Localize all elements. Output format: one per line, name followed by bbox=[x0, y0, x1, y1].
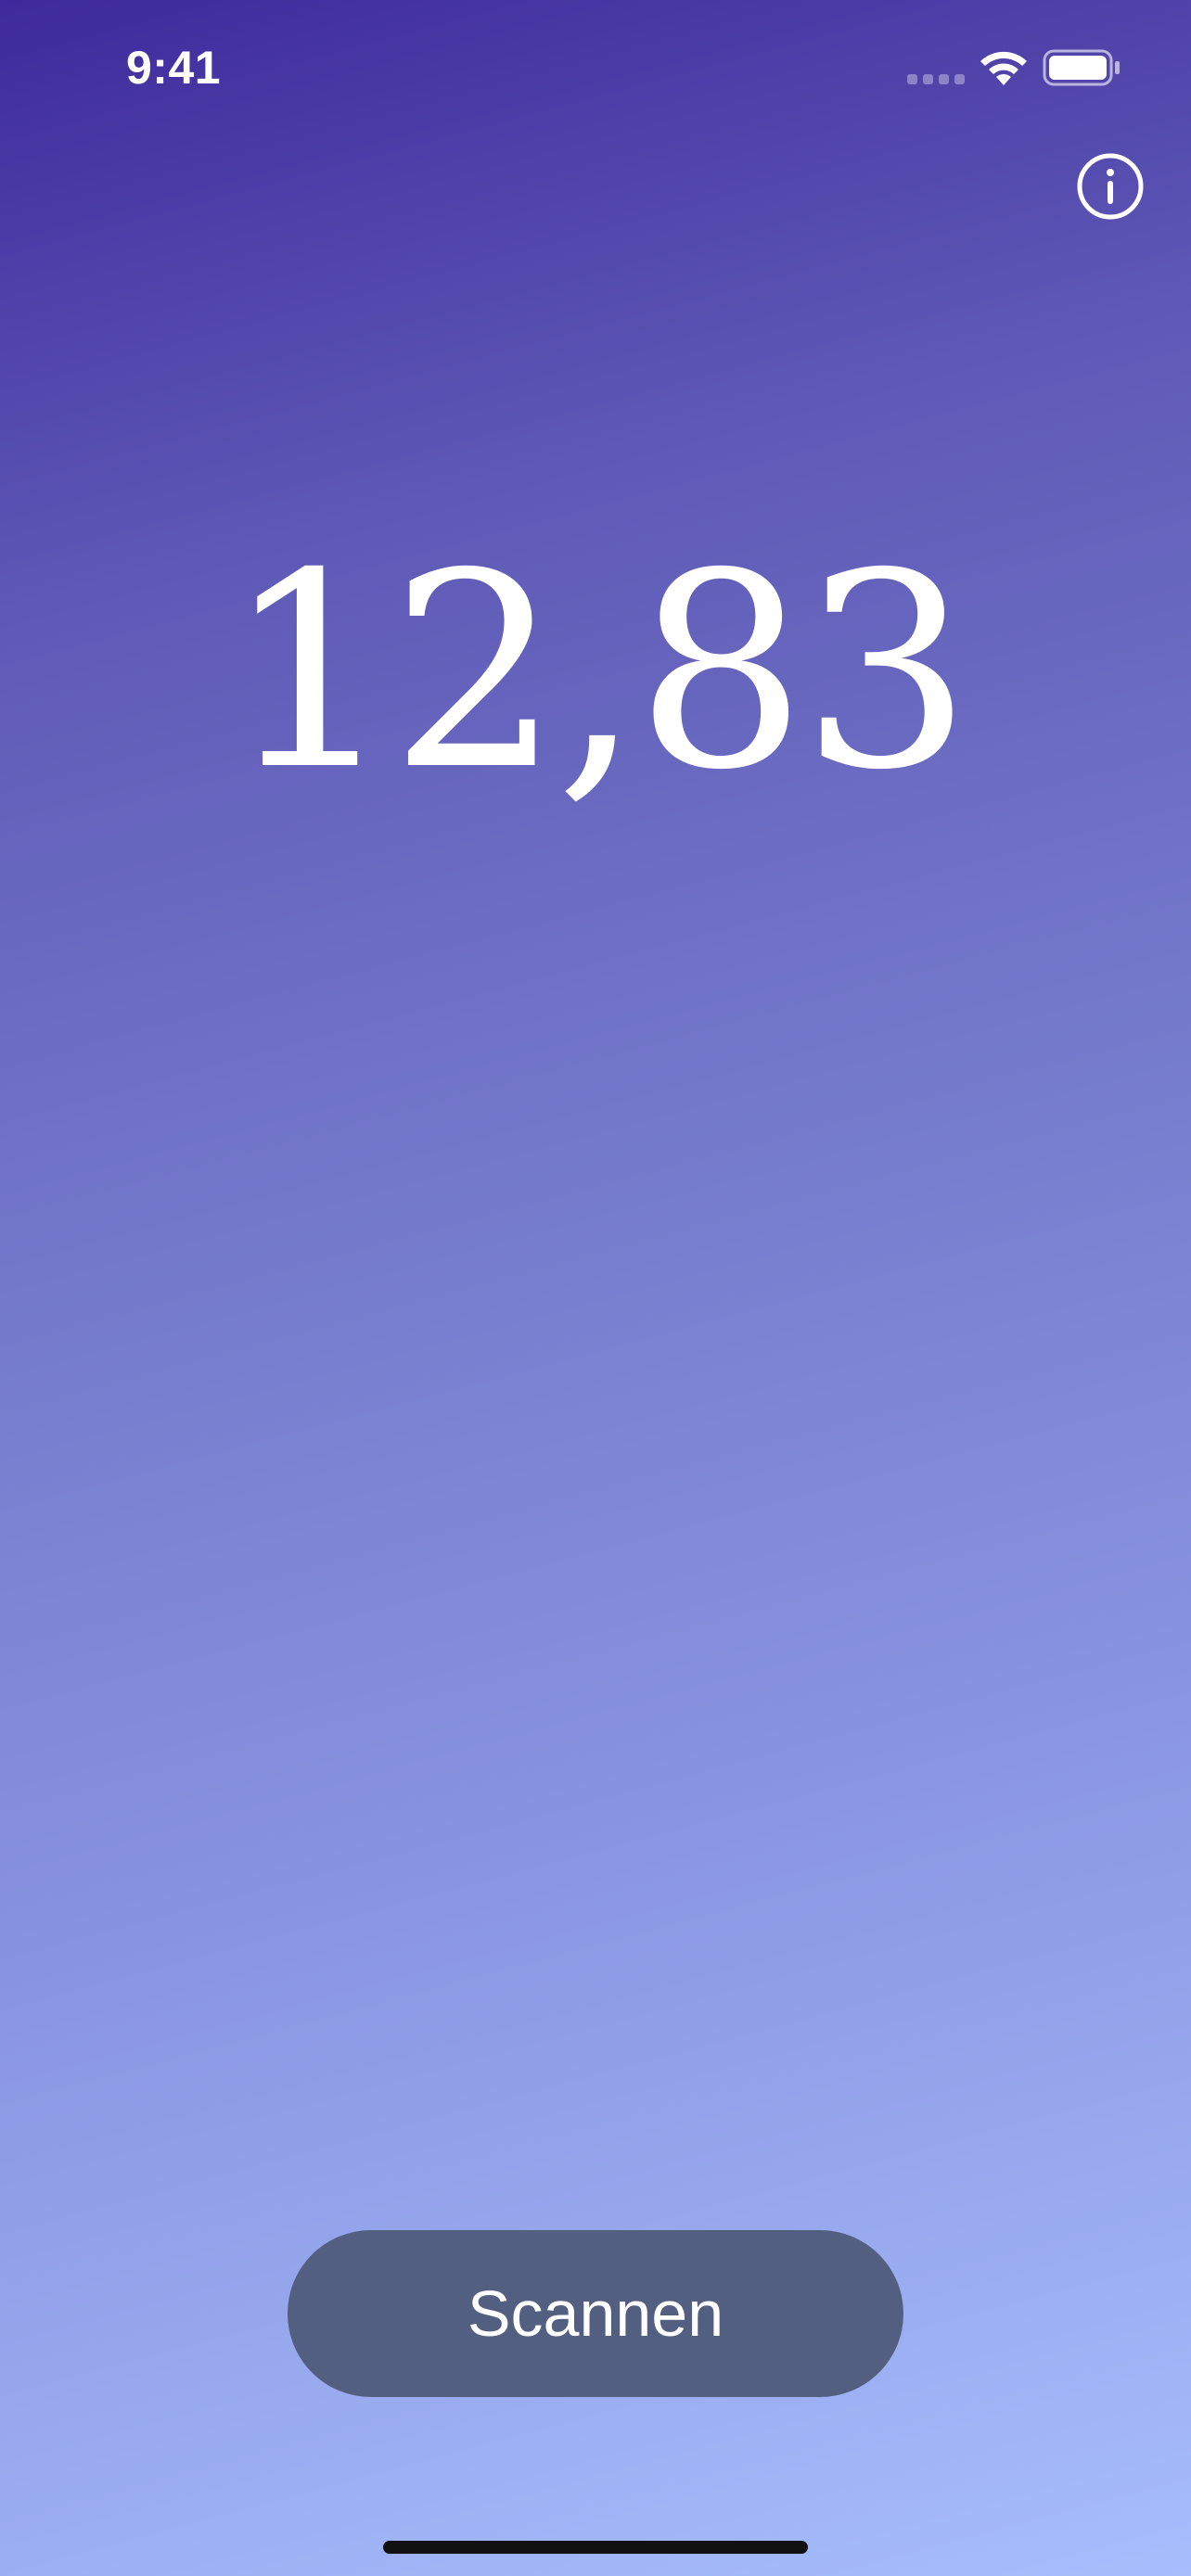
info-button[interactable] bbox=[1076, 152, 1145, 221]
wifi-icon bbox=[980, 51, 1027, 85]
battery-icon bbox=[1043, 49, 1120, 86]
scan-button[interactable]: Scannen bbox=[288, 2230, 903, 2397]
app-screen: 9:41 12,83 Scannen bbox=[0, 0, 1191, 2576]
home-indicator bbox=[383, 2541, 808, 2554]
info-icon bbox=[1077, 153, 1144, 220]
measurement-value: 12,83 bbox=[224, 516, 972, 829]
status-time: 9:41 bbox=[126, 42, 222, 94]
cellular-signal-icon bbox=[907, 74, 965, 85]
